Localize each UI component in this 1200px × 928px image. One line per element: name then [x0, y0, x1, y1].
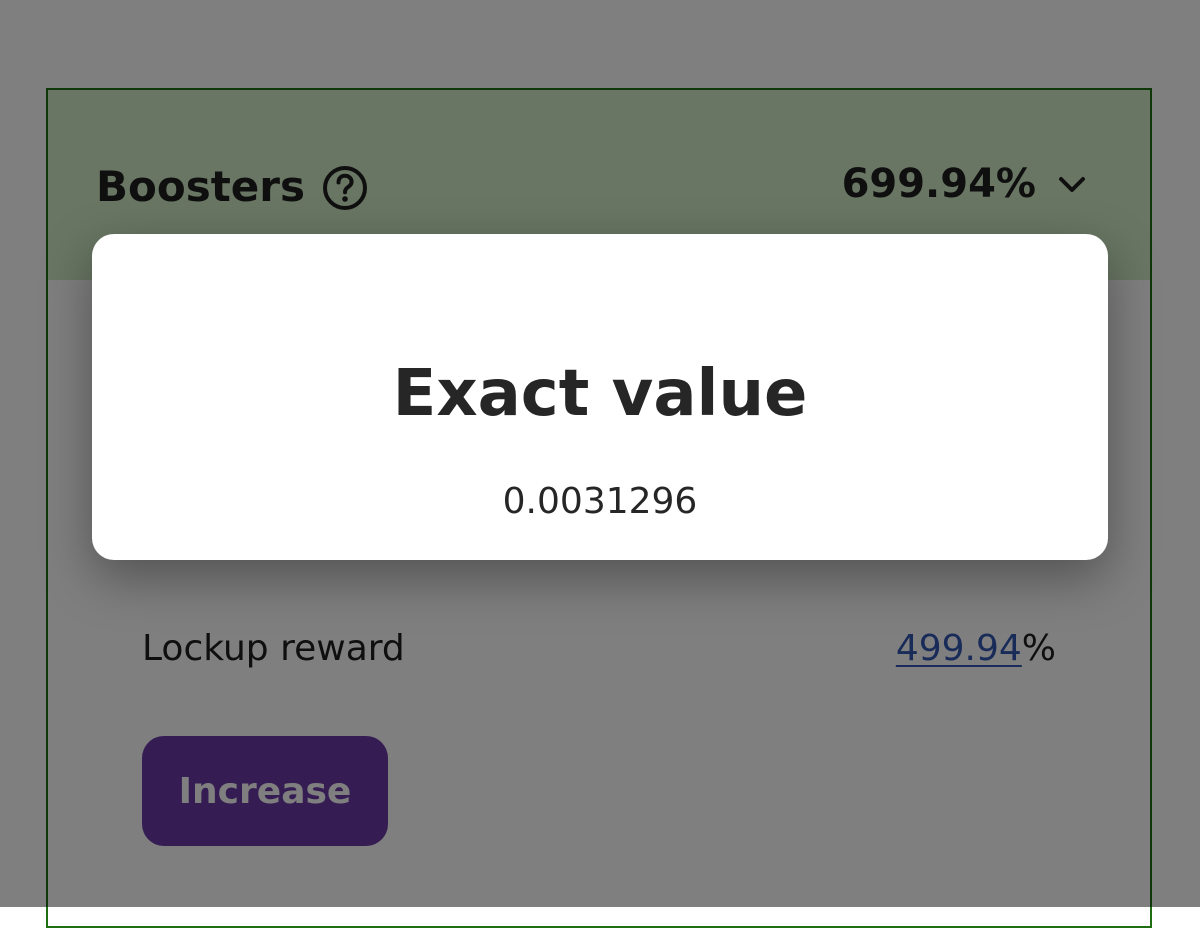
- exact-value-modal: Exact value 0.0031296: [92, 234, 1108, 560]
- modal-title: Exact value: [392, 357, 808, 431]
- modal-value: 0.0031296: [502, 481, 698, 522]
- page: Boosters 699.94% Locku: [0, 0, 1200, 928]
